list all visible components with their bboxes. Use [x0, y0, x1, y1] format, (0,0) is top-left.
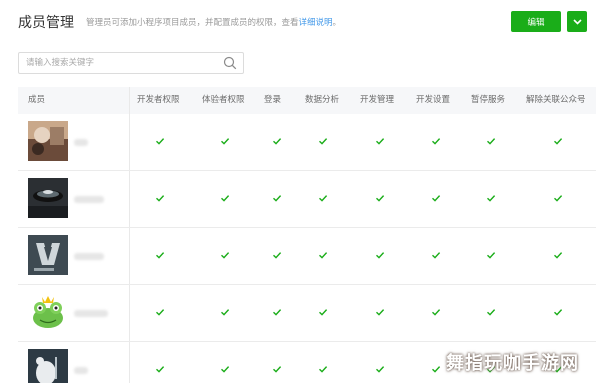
description-text: 管理员可添加小程序项目成员，并配置成员的权限，查看 [86, 18, 299, 28]
column-header: 开发者权限 [137, 95, 180, 105]
check-icon [376, 252, 385, 259]
check-icon [221, 138, 230, 145]
check-icon [432, 366, 441, 373]
column-header-member: 成员 [28, 95, 46, 105]
chevron-down-icon [572, 18, 582, 25]
check-icon [319, 195, 328, 202]
column-header: 开发设置 [416, 95, 451, 105]
check-icon [376, 309, 385, 316]
check-icon [156, 366, 165, 373]
check-icon [273, 195, 282, 202]
check-icon [554, 195, 563, 202]
check-icon [487, 138, 496, 145]
page-description: 管理员可添加小程序项目成员，并配置成员的权限，查看详细说明。 [86, 16, 341, 28]
table-row [18, 285, 596, 342]
check-icon [554, 252, 563, 259]
member-name-redacted [74, 139, 88, 146]
check-icon [221, 309, 230, 316]
search-input[interactable] [19, 53, 222, 73]
column-header: 登录 [264, 95, 282, 105]
column-header: 数据分析 [305, 95, 340, 105]
check-icon [432, 138, 441, 145]
check-icon [319, 309, 328, 316]
check-icon [273, 309, 282, 316]
bear-avatar [28, 349, 68, 383]
check-icon [221, 252, 230, 259]
member-name-redacted [74, 196, 104, 203]
page-title: 成员管理 [18, 15, 74, 31]
check-icon [376, 195, 385, 202]
check-icon [319, 366, 328, 373]
more-dropdown-button[interactable] [567, 11, 587, 32]
check-icon [319, 138, 328, 145]
frog-avatar [28, 292, 68, 332]
check-icon [156, 138, 165, 145]
check-icon [554, 138, 563, 145]
table-row [18, 114, 596, 171]
check-icon [376, 366, 385, 373]
search-icon[interactable] [223, 56, 237, 70]
photo-avatar [28, 121, 68, 161]
table-header: 成员 开发者权限 体验者权限 登录 数据分析 开发管理 开发设置 暂停服务 解除关联公众号 [18, 87, 596, 114]
members-table: 成员 开发者权限 体验者权限 登录 数据分析 开发管理 开发设置 暂停服务 解除关联公众号 [18, 87, 596, 383]
check-icon [273, 252, 282, 259]
details-link[interactable]: 详细说明 [299, 18, 333, 28]
check-icon [432, 195, 441, 202]
member-name-redacted [74, 310, 108, 317]
check-icon [221, 195, 230, 202]
check-icon [432, 309, 441, 316]
check-icon [319, 252, 328, 259]
column-header: 暂停服务 [471, 95, 506, 105]
check-icon [376, 138, 385, 145]
member-name-redacted [74, 367, 88, 374]
watermark: 舞指玩咖手游网 [446, 353, 579, 374]
check-icon [554, 309, 563, 316]
description-suffix: 。 [332, 18, 342, 28]
logo-avatar [28, 235, 68, 275]
member-name-redacted [74, 253, 104, 260]
check-icon [487, 252, 496, 259]
check-icon [156, 195, 165, 202]
search-box [18, 52, 244, 74]
edit-button[interactable]: 编辑 [511, 11, 561, 32]
column-header: 开发管理 [360, 95, 395, 105]
column-header: 体验者权限 [202, 95, 245, 105]
check-icon [221, 366, 230, 373]
check-icon [432, 252, 441, 259]
check-icon [156, 309, 165, 316]
check-icon [487, 195, 496, 202]
check-icon [156, 252, 165, 259]
check-icon [487, 309, 496, 316]
column-header: 解除关联公众号 [526, 95, 586, 105]
check-icon [273, 138, 282, 145]
table-row [18, 171, 596, 228]
dark-device-avatar [28, 178, 68, 218]
table-row [18, 228, 596, 285]
check-icon [273, 366, 282, 373]
